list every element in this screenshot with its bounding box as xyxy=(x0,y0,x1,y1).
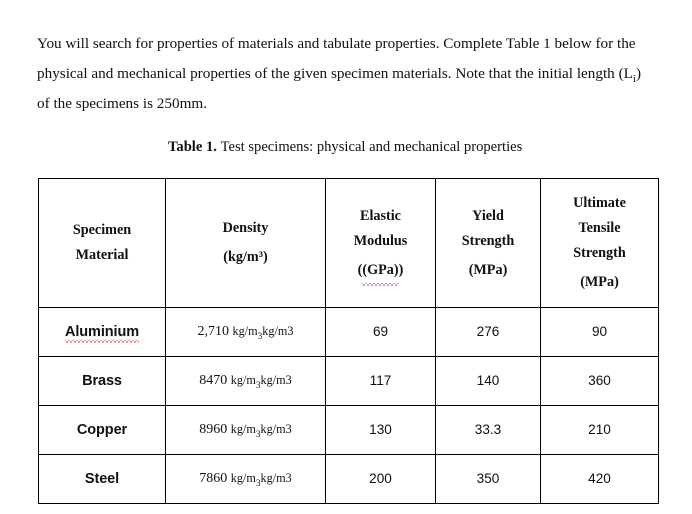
instructions-paragraph: You will search for properties of materi… xyxy=(37,29,657,119)
yield-strength-value: 350 xyxy=(476,470,500,486)
table-caption-text: Test specimens: physical and mechanical … xyxy=(220,139,523,155)
cell-ultimate-tensile-strength: 420 xyxy=(540,454,659,504)
header-unit: (MPa) xyxy=(468,261,508,278)
material-name: Copper xyxy=(76,421,128,438)
cell-density: 2,710 kg/m3kg/m3 xyxy=(165,307,326,357)
density-number: 8470 xyxy=(199,373,228,388)
yield-strength-value: 276 xyxy=(476,323,500,339)
table-body: Specimen Material Density (kg/m³) Elasti… xyxy=(38,178,659,504)
yield-strength-value: 33.3 xyxy=(474,421,502,437)
header-line: Strength xyxy=(461,232,515,249)
table-row: Brass 8470 kg/m3kg/m3 117 140 360 xyxy=(38,356,659,406)
elastic-modulus-value: 130 xyxy=(369,421,392,437)
header-line: Yield xyxy=(472,207,504,224)
cell-ultimate-tensile-strength: 360 xyxy=(540,356,659,406)
header-cell-ultimate-tensile-strength: Ultimate Tensile Strength (MPa) xyxy=(540,178,659,308)
cell-elastic-modulus: 130 xyxy=(325,405,436,455)
density-unit-b: kg/m3 xyxy=(260,373,292,387)
density-number: 8960 xyxy=(199,422,228,437)
specimen-properties-table-wrapper: Specimen Material Density (kg/m³) Elasti… xyxy=(38,178,659,504)
spellcheck-underlined-text: (GPa) xyxy=(362,258,399,286)
material-name: Brass xyxy=(82,372,122,389)
header-line: Ultimate xyxy=(573,195,626,211)
header-line: Density xyxy=(222,220,269,236)
density-unit-b: kg/m3 xyxy=(260,422,292,436)
table-header-row: Specimen Material Density (kg/m³) Elasti… xyxy=(38,178,659,308)
elastic-modulus-value: 69 xyxy=(372,323,389,339)
header-cell-yield-strength: Yield Strength (MPa) xyxy=(435,178,541,308)
ultimate-tensile-strength-value: 420 xyxy=(588,470,611,486)
header-cell-specimen-material: Specimen Material xyxy=(38,178,166,308)
cell-yield-strength: 33.3 xyxy=(435,405,541,455)
cell-material-name: Copper xyxy=(38,405,166,455)
density-unit-b: kg/m3 xyxy=(260,471,292,485)
cell-elastic-modulus: 200 xyxy=(325,454,436,504)
elastic-modulus-value: 200 xyxy=(369,470,392,486)
cell-ultimate-tensile-strength: 90 xyxy=(540,307,659,357)
header-cell-density: Density (kg/m³) xyxy=(165,178,326,308)
ultimate-tensile-strength-value: 210 xyxy=(588,421,611,437)
yield-strength-value: 140 xyxy=(476,372,500,388)
header-cell-elastic-modulus: Elastic Modulus ((GPa)) xyxy=(325,178,436,308)
header-line: Tensile xyxy=(578,220,621,236)
header-line: Specimen xyxy=(72,222,132,238)
elastic-modulus-value: 117 xyxy=(369,372,392,388)
cell-yield-strength: 140 xyxy=(435,356,541,406)
header-unit: (kg/m³) xyxy=(223,249,268,265)
header-line: Strength xyxy=(573,245,626,261)
table-caption: Table 1. Test specimens: physical and me… xyxy=(168,139,522,156)
density-unit-a: kg/m xyxy=(232,324,258,338)
material-name: Steel xyxy=(84,470,120,487)
header-line: Modulus xyxy=(353,232,408,249)
cell-yield-strength: 350 xyxy=(435,454,541,504)
density-value-wrap: 2,710 kg/m3kg/m3 xyxy=(197,324,294,341)
cell-elastic-modulus: 69 xyxy=(325,307,436,357)
density-unit-b: kg/m3 xyxy=(262,324,294,338)
cell-elastic-modulus: 117 xyxy=(325,356,436,406)
density-unit-a: kg/m xyxy=(230,373,256,387)
cell-density: 8470 kg/m3kg/m3 xyxy=(165,356,326,406)
header-line: Material xyxy=(75,247,129,263)
header-line: Elastic xyxy=(360,207,401,224)
table-caption-label: Table 1. xyxy=(168,139,217,155)
density-value-wrap: 8960 kg/m3kg/m3 xyxy=(199,422,292,439)
header-unit: (MPa) xyxy=(580,274,619,290)
density-number: 2,710 xyxy=(197,324,230,339)
specimen-properties-table: Specimen Material Density (kg/m³) Elasti… xyxy=(38,178,659,504)
cell-density: 7860 kg/m3kg/m3 xyxy=(165,454,326,504)
ultimate-tensile-strength-value: 360 xyxy=(588,372,611,388)
density-unit-a: kg/m xyxy=(230,422,256,436)
cell-yield-strength: 276 xyxy=(435,307,541,357)
density-value-wrap: 7860 kg/m3kg/m3 xyxy=(199,471,292,488)
density-number: 7860 xyxy=(199,471,228,486)
cell-density: 8960 kg/m3kg/m3 xyxy=(165,405,326,455)
ultimate-tensile-strength-value: 90 xyxy=(591,323,608,339)
table-row: Steel 7860 kg/m3kg/m3 200 350 420 xyxy=(38,454,659,504)
density-unit-a: kg/m xyxy=(230,471,256,485)
cell-material-name: Brass xyxy=(38,356,166,406)
cell-material-name: Steel xyxy=(38,454,166,504)
cell-material-name: Aluminium xyxy=(38,307,166,357)
table-row: Aluminium 2,710 kg/m3kg/m3 69 276 90 xyxy=(38,307,659,357)
instructions-text-part1: You will search for properties of materi… xyxy=(37,35,636,83)
density-value-wrap: 8470 kg/m3kg/m3 xyxy=(199,373,292,390)
table-row: Copper 8960 kg/m3kg/m3 130 33.3 210 xyxy=(38,405,659,455)
material-name-spellchecked: Aluminium xyxy=(64,323,139,343)
cell-ultimate-tensile-strength: 210 xyxy=(540,405,659,455)
header-unit-wrap: ((GPa)) xyxy=(326,258,435,286)
